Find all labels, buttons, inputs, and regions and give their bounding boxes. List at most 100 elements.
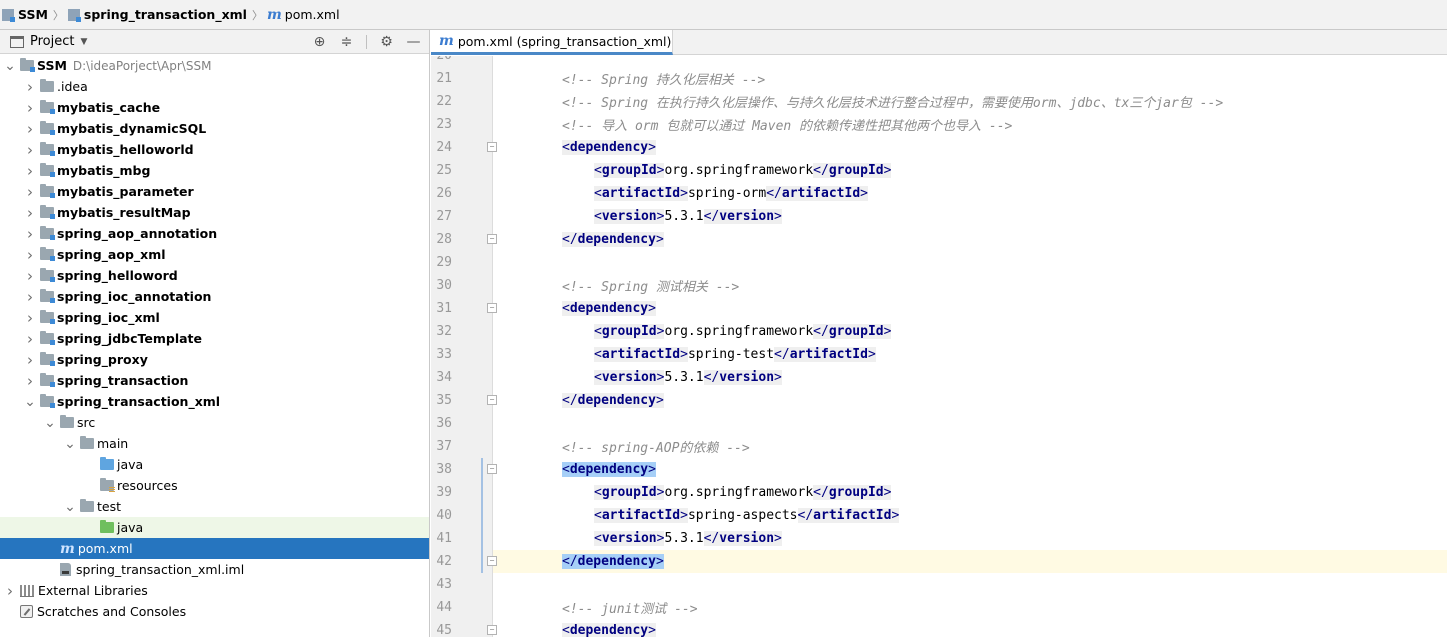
tree-item[interactable]: ⌄ spring_transaction_xml — [0, 391, 429, 412]
tree-item[interactable]: ›spring_transaction_xml.iml — [0, 559, 429, 580]
chevron-right-icon[interactable]: › — [24, 372, 36, 390]
tree-item-label: spring_ioc_annotation — [57, 289, 212, 304]
line-number: 27 — [436, 209, 452, 224]
chevron-right-icon[interactable]: › — [24, 78, 36, 96]
line-number: 39 — [436, 485, 452, 500]
tree-item[interactable]: ›java — [0, 517, 429, 538]
fold-marker-icon[interactable]: − — [487, 556, 497, 566]
chevron-right-icon[interactable]: › — [24, 351, 36, 369]
chevron-right-icon[interactable]: › — [24, 267, 36, 285]
tree-item[interactable]: › spring_helloword — [0, 265, 429, 286]
hide-icon[interactable]: — — [406, 30, 421, 54]
fold-marker-icon[interactable]: − — [487, 303, 497, 313]
xml-tag: </groupId> — [813, 485, 892, 500]
tree-item[interactable]: › mybatis_mbg — [0, 160, 429, 181]
locate-icon[interactable]: ⊕ — [312, 30, 327, 54]
chevron-right-icon[interactable]: › — [24, 120, 36, 138]
chevron-right-icon[interactable]: › — [24, 141, 36, 159]
code-content: <!-- Spring 持久化层相关 --> — [562, 69, 765, 88]
breadcrumb-module[interactable]: spring_transaction_xml — [67, 0, 249, 30]
xml-tag: <artifactId> — [594, 508, 688, 523]
chevron-down-icon[interactable]: ▼ — [80, 37, 87, 47]
chevron-down-icon[interactable]: ⌄ — [64, 499, 76, 515]
line-number: 45 — [436, 623, 452, 637]
tree-item[interactable]: › spring_jdbcTemplate — [0, 328, 429, 349]
xml-tag: <groupId> — [594, 485, 665, 500]
xml-tag: </dependency> — [562, 393, 664, 408]
breadcrumb-project[interactable]: SSM — [2, 0, 50, 30]
collapse-icon[interactable]: ≑ — [339, 30, 354, 54]
chevron-right-icon[interactable]: › — [24, 204, 36, 222]
chevron-right-icon[interactable]: › — [24, 246, 36, 264]
tree-item[interactable]: › mybatis_resultMap — [0, 202, 429, 223]
code-content: <version>5.3.1</version> — [594, 531, 782, 546]
tree-item[interactable]: ›mpom.xml — [0, 538, 429, 559]
tree-item[interactable]: ⌄ src — [0, 412, 429, 433]
chevron-right-icon[interactable]: › — [24, 288, 36, 306]
folder-icon — [40, 79, 54, 92]
chevron-down-icon[interactable]: ⌄ — [24, 394, 36, 410]
fold-marker-icon[interactable]: − — [487, 395, 497, 405]
chevron-down-icon[interactable]: ⌄ — [64, 436, 76, 452]
xml-comment: <!-- Spring 测试相关 --> — [562, 280, 740, 295]
chevron-right-icon[interactable]: › — [24, 162, 36, 180]
chevron-right-icon[interactable]: › — [24, 330, 36, 348]
fold-marker-icon[interactable]: − — [487, 625, 497, 635]
tree-item[interactable]: ›java — [0, 454, 429, 475]
tree-item[interactable]: ⌄ SSM D:\ideaPorject\Apr\SSM — [0, 55, 429, 76]
line-number: 35 — [436, 393, 452, 408]
fold-marker-icon[interactable]: − — [487, 234, 497, 244]
tree-item[interactable]: › mybatis_cache — [0, 97, 429, 118]
tree-item[interactable]: › spring_ioc_annotation — [0, 286, 429, 307]
chevron-right-icon[interactable]: › — [24, 183, 36, 201]
chevron-right-icon[interactable]: › — [4, 582, 16, 600]
chevron-down-icon[interactable]: ⌄ — [4, 58, 16, 74]
tab-pom-xml[interactable]: m pom.xml (spring_transaction_xml) — [431, 30, 673, 55]
tree-item[interactable]: › spring_aop_xml — [0, 244, 429, 265]
line-number: 34 — [436, 370, 452, 385]
tree-item[interactable]: ›Scratches and Consoles — [0, 601, 429, 622]
tree-item-label: resources — [117, 478, 178, 493]
tree-item[interactable]: › spring_proxy — [0, 349, 429, 370]
xml-value: 5.3.1 — [664, 531, 704, 546]
line-number: 32 — [436, 324, 452, 339]
tree-item[interactable]: › spring_transaction — [0, 370, 429, 391]
fold-marker-icon[interactable]: − — [487, 464, 497, 474]
chevron-down-icon[interactable]: ⌄ — [44, 415, 56, 431]
tree-item[interactable]: › mybatis_parameter — [0, 181, 429, 202]
tree-item[interactable]: ›resources — [0, 475, 429, 496]
line-number: 41 — [436, 531, 452, 546]
tree-item[interactable]: › .idea — [0, 76, 429, 97]
xml-tag: <artifactId> — [594, 347, 688, 362]
project-view-selector[interactable]: Project — [30, 34, 74, 49]
line-number: 31 — [436, 301, 452, 316]
tree-item[interactable]: › External Libraries — [0, 580, 429, 601]
module-folder-icon — [40, 163, 55, 177]
code-content: <groupId>org.springframework</groupId> — [594, 163, 892, 178]
tree-item[interactable]: › mybatis_helloworld — [0, 139, 429, 160]
chevron-right-icon[interactable]: › — [24, 309, 36, 327]
line-number: 42 — [436, 554, 452, 569]
folder-icon — [80, 436, 94, 449]
tree-item-label: spring_helloword — [57, 268, 178, 283]
code-line: 41 <version>5.3.1</version> — [431, 527, 1447, 550]
xml-tag: <groupId> — [594, 163, 665, 178]
code-content: <dependency> — [562, 140, 656, 155]
tree-item[interactable]: › spring_ioc_xml — [0, 307, 429, 328]
breadcrumb-file[interactable]: m pom.xml — [267, 0, 342, 30]
tree-item[interactable]: ⌄ main — [0, 433, 429, 454]
code-editor[interactable]: 20 21 <!-- Spring 持久化层相关 --> 22 <!-- Spring … — [431, 56, 1447, 637]
tree-item[interactable]: › spring_aop_annotation — [0, 223, 429, 244]
xml-tag: <version> — [594, 531, 665, 546]
fold-marker-icon[interactable]: − — [487, 142, 497, 152]
tree-item[interactable]: ⌄ test — [0, 496, 429, 517]
breadcrumb-separator: 〉 — [251, 8, 263, 22]
code-line: 39 <groupId>org.springframework</groupId> — [431, 481, 1447, 504]
module-folder-icon — [40, 205, 55, 219]
code-line: 33 <artifactId>spring-test</artifactId> — [431, 343, 1447, 366]
settings-icon[interactable]: ⚙ — [379, 30, 394, 54]
chevron-right-icon[interactable]: › — [24, 225, 36, 243]
module-folder-icon — [40, 142, 55, 156]
chevron-right-icon[interactable]: › — [24, 99, 36, 117]
tree-item[interactable]: › mybatis_dynamicSQL — [0, 118, 429, 139]
